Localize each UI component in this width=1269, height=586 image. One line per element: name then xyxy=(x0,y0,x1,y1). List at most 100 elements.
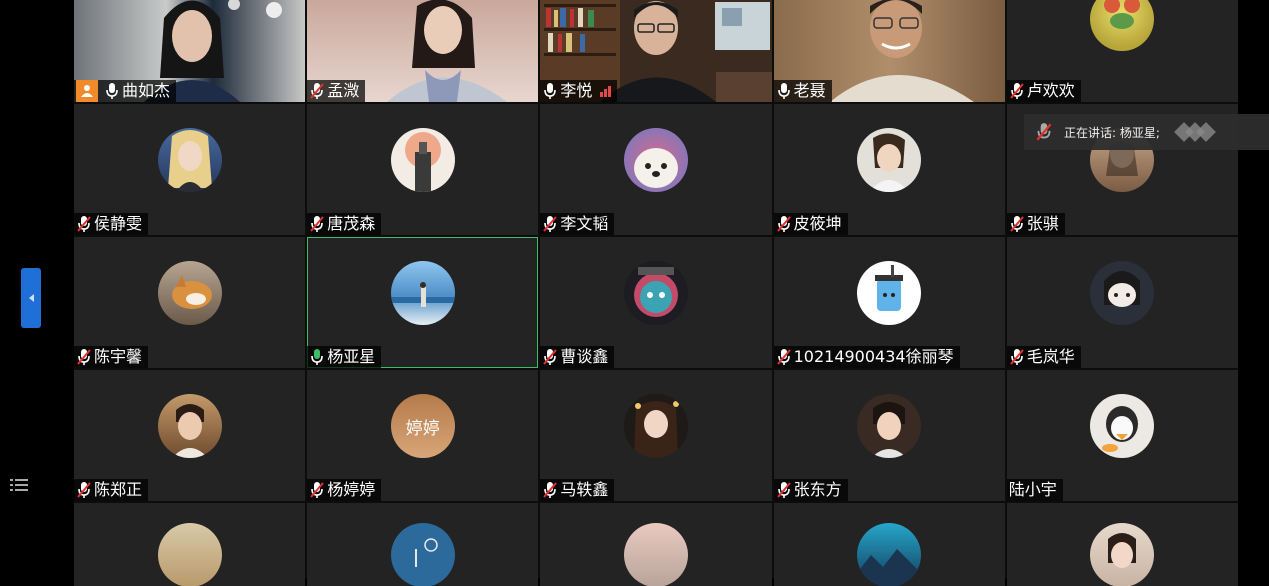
participant-tile[interactable] xyxy=(1007,503,1238,586)
mic-muted-icon xyxy=(1009,215,1025,233)
participant-tile[interactable]: 婷婷 杨婷婷 xyxy=(307,370,538,501)
mic-muted-icon xyxy=(1009,82,1025,100)
participant-name: 陈郑正 xyxy=(94,479,142,501)
participant-tile[interactable]: 卢欢欢 xyxy=(1007,0,1238,102)
participant-name: 曹谈鑫 xyxy=(560,346,608,368)
participant-name-bar: 李文韬 xyxy=(540,213,614,235)
participant-tile[interactable]: 毛岚华 xyxy=(1007,237,1238,368)
mic-muted-icon xyxy=(776,481,792,499)
avatar xyxy=(158,523,222,586)
participant-tile[interactable] xyxy=(307,503,538,586)
participant-name-bar: 皮筱坤 xyxy=(774,213,848,235)
participant-name-bar: 陈郑正 xyxy=(74,479,148,501)
participant-tile[interactable]: 10214900434徐丽琴 xyxy=(774,237,1005,368)
participant-tile[interactable]: 老聂 xyxy=(774,0,1005,102)
participant-tile[interactable] xyxy=(74,503,305,586)
avatar xyxy=(158,128,222,192)
mic-muted-icon xyxy=(309,82,325,100)
mic-speaking-icon xyxy=(309,348,325,366)
avatar xyxy=(857,523,921,586)
participant-name-bar: 曲如杰 xyxy=(74,80,176,102)
participant-tile[interactable]: 陆小宇 xyxy=(1007,370,1238,501)
participant-name: 张东方 xyxy=(794,479,842,501)
mic-muted-icon xyxy=(76,481,92,499)
avatar xyxy=(391,523,455,586)
participant-name-bar: 曹谈鑫 xyxy=(540,346,614,368)
participant-name: 侯静雯 xyxy=(94,213,142,235)
avatar xyxy=(158,394,222,458)
participant-name: 卢欢欢 xyxy=(1027,80,1075,102)
participant-name: 皮筱坤 xyxy=(794,213,842,235)
participant-tile[interactable]: 曹谈鑫 xyxy=(540,237,771,368)
avatar xyxy=(391,261,455,325)
mic-muted-icon xyxy=(309,481,325,499)
avatar xyxy=(1090,261,1154,325)
avatar xyxy=(1090,523,1154,586)
participant-name-bar: 张东方 xyxy=(774,479,848,501)
participant-tile-active-speaker[interactable]: 杨亚星 xyxy=(307,237,538,368)
participant-name: 杨婷婷 xyxy=(327,479,375,501)
participant-name-bar: 毛岚华 xyxy=(1007,346,1081,368)
participant-name: 马轶鑫 xyxy=(560,479,608,501)
participant-tile[interactable]: 李悦 xyxy=(540,0,771,102)
avatar xyxy=(1090,0,1154,51)
participant-name: 10214900434徐丽琴 xyxy=(794,346,954,368)
participant-tile[interactable]: 陈郑正 xyxy=(74,370,305,501)
speaking-label: 正在讲话: 杨亚星; xyxy=(1064,124,1160,141)
avatar: 婷婷 xyxy=(391,394,455,458)
avatar xyxy=(857,128,921,192)
participant-tile[interactable]: 陈宇馨 xyxy=(74,237,305,368)
list-icon[interactable] xyxy=(10,477,28,493)
participant-tile[interactable]: 李文韬 xyxy=(540,104,771,235)
participant-name-bar: 杨亚星 xyxy=(307,346,381,368)
collapse-panel-button[interactable] xyxy=(21,268,41,328)
participant-name-bar: 李悦 xyxy=(540,80,617,102)
mic-muted-icon xyxy=(776,348,792,366)
mic-muted-icon xyxy=(1034,122,1054,142)
participant-name-bar: 10214900434徐丽琴 xyxy=(774,346,960,368)
participant-tile[interactable]: 张东方 xyxy=(774,370,1005,501)
participant-grid: 曲如杰 孟溦 xyxy=(74,0,1238,578)
participant-tile[interactable] xyxy=(774,503,1005,586)
participant-name-bar: 陈宇馨 xyxy=(74,346,148,368)
participant-name-bar: 侯静雯 xyxy=(74,213,148,235)
participant-tile[interactable]: 孟溦 xyxy=(307,0,538,102)
avatar xyxy=(624,523,688,586)
participant-name-bar: 唐茂森 xyxy=(307,213,381,235)
participant-name-bar: 孟溦 xyxy=(307,80,365,102)
participant-tile[interactable]: 马轶鑫 xyxy=(540,370,771,501)
avatar xyxy=(624,261,688,325)
participant-tile[interactable] xyxy=(540,503,771,586)
avatar xyxy=(158,261,222,325)
participant-tile[interactable]: 唐茂森 xyxy=(307,104,538,235)
participant-tile[interactable]: 侯静雯 xyxy=(74,104,305,235)
avatar xyxy=(857,394,921,458)
participant-name-bar: 马轶鑫 xyxy=(540,479,614,501)
participant-name: 杨亚星 xyxy=(327,346,375,368)
participant-name: 曲如杰 xyxy=(122,80,170,102)
participant-name-bar: 老聂 xyxy=(774,80,832,102)
participant-name: 陆小宇 xyxy=(1009,479,1057,501)
speaking-indicator-icon xyxy=(1180,125,1213,139)
participant-name: 孟溦 xyxy=(327,80,359,102)
mic-muted-icon xyxy=(542,481,558,499)
speaking-notification: 正在讲话: 杨亚星; xyxy=(1024,114,1269,150)
avatar xyxy=(391,128,455,192)
participant-name-bar: 卢欢欢 xyxy=(1007,80,1081,102)
participant-tile[interactable]: 皮筱坤 xyxy=(774,104,1005,235)
participant-name: 李文韬 xyxy=(560,213,608,235)
participant-name-bar: 张骐 xyxy=(1007,213,1065,235)
mic-muted-icon xyxy=(1009,348,1025,366)
mic-on-icon xyxy=(104,82,120,100)
host-icon xyxy=(76,80,98,102)
mic-muted-icon xyxy=(542,348,558,366)
participant-tile[interactable]: 曲如杰 xyxy=(74,0,305,102)
participant-name: 毛岚华 xyxy=(1027,346,1075,368)
participant-name-bar: 陆小宇 xyxy=(1007,479,1063,501)
weak-signal-icon xyxy=(600,85,611,97)
participant-name: 李悦 xyxy=(560,80,592,102)
participant-name: 老聂 xyxy=(794,80,826,102)
mic-muted-icon xyxy=(542,215,558,233)
participant-name: 唐茂森 xyxy=(327,213,375,235)
mic-muted-icon xyxy=(76,348,92,366)
